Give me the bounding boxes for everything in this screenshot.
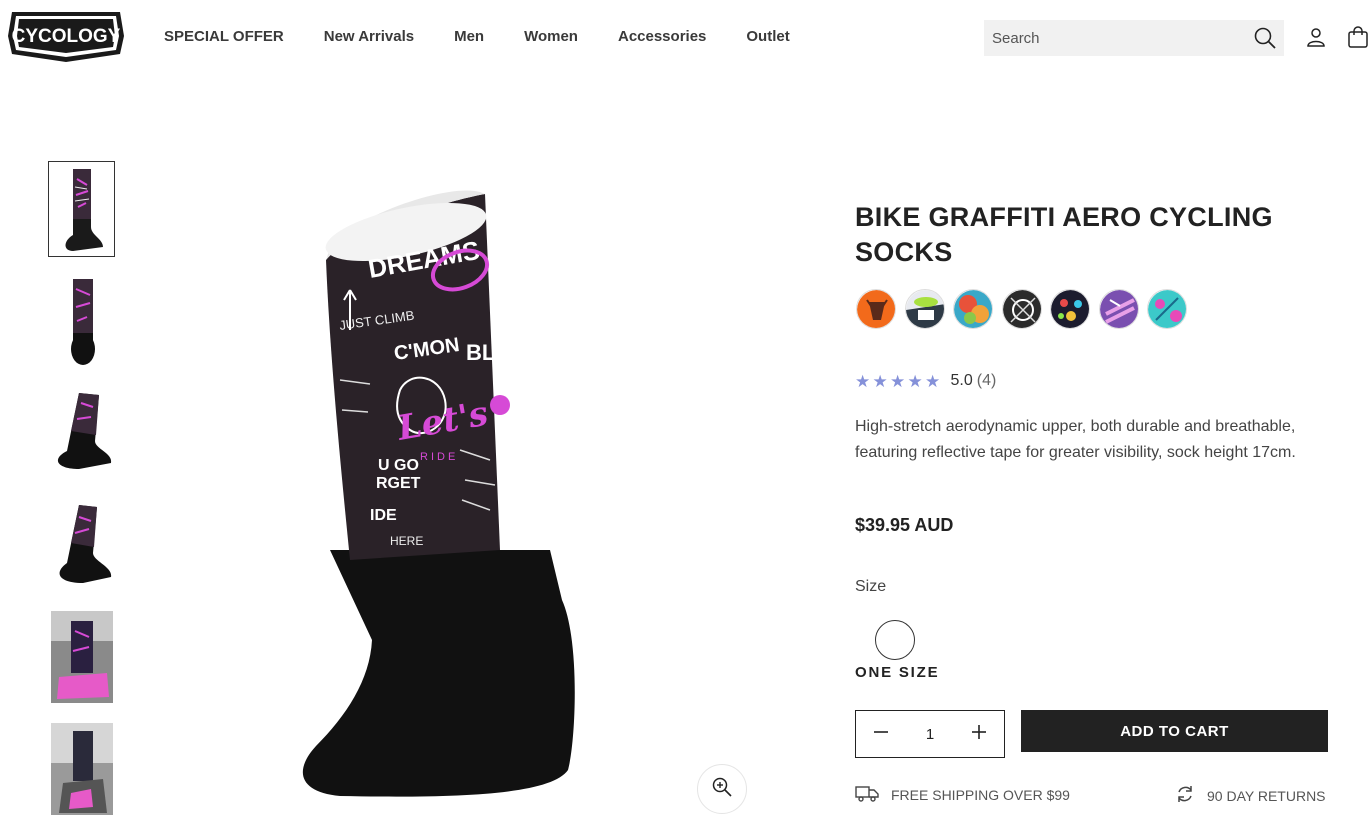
variant-swatch-red[interactable]	[953, 289, 993, 329]
variant-swatch-navy[interactable]	[904, 289, 945, 329]
returns-icon	[1175, 784, 1207, 807]
zoom-button[interactable]	[697, 764, 747, 814]
variant-swatch-black-white[interactable]	[1001, 289, 1042, 329]
account-icon[interactable]	[1305, 26, 1327, 48]
search-input[interactable]	[992, 29, 1242, 47]
product-title: BIKE GRAFFITI AERO CYCLING SOCKS	[855, 202, 1273, 267]
star-icon: ★	[890, 371, 906, 391]
size-label: Size	[855, 578, 887, 595]
rating-score: 5.0	[950, 372, 973, 389]
nav-outlet[interactable]: Outlet	[746, 28, 789, 45]
brand-logo[interactable]: CYCOLOGY	[8, 10, 124, 62]
variant-swatch-teal[interactable]	[1147, 289, 1187, 329]
nav-men[interactable]: Men	[454, 28, 484, 45]
svg-text:U GO: U GO	[378, 457, 419, 474]
star-icon: ★	[907, 371, 923, 391]
minus-icon	[873, 724, 889, 745]
truck-icon	[855, 784, 891, 805]
thumbnail-4[interactable]	[48, 497, 115, 593]
product-price: $39.95 AUD	[855, 515, 954, 535]
quantity-input[interactable]	[906, 725, 954, 743]
rating-stars: ★ ★ ★ ★ ★	[855, 373, 943, 390]
star-icon: ★	[855, 371, 871, 391]
star-icon: ★	[925, 371, 941, 391]
returns-perk: 90 DAY RETURNS	[1175, 784, 1326, 807]
svg-text:RGET: RGET	[376, 475, 421, 492]
decrease-quantity-button[interactable]	[856, 711, 906, 757]
selected-size: ONE SIZE	[855, 664, 940, 681]
search-icon[interactable]	[1254, 27, 1276, 49]
thumbnail-1[interactable]	[48, 161, 115, 257]
variant-swatch-purple[interactable]	[1098, 289, 1139, 329]
svg-text:HERE: HERE	[390, 534, 423, 548]
search-box	[984, 20, 1284, 56]
site-header: CYCOLOGY SPECIAL OFFER New Arrivals Men …	[0, 0, 1371, 75]
variant-swatch-orange[interactable]	[856, 289, 896, 329]
logo-text: CYCOLOGY	[12, 26, 121, 47]
free-shipping-label: FREE SHIPPING OVER $99	[891, 786, 1070, 803]
cart-icon[interactable]	[1346, 25, 1370, 49]
add-to-cart-button[interactable]: ADD TO CART	[1021, 710, 1328, 752]
svg-text:BL: BL	[466, 340, 495, 365]
nav-new-arrivals[interactable]: New Arrivals	[324, 28, 414, 45]
star-icon: ★	[872, 371, 888, 391]
nav-special-offer[interactable]: SPECIAL OFFER	[164, 28, 284, 45]
free-shipping-perk: FREE SHIPPING OVER $99	[855, 784, 1070, 805]
rating-count: (4)	[976, 372, 997, 389]
svg-text:RIDE: RIDE	[420, 451, 458, 463]
returns-label: 90 DAY RETURNS	[1207, 787, 1326, 804]
product-rating[interactable]: ★ ★ ★ ★ ★ 5.0 (4)	[855, 372, 996, 390]
variant-swatches	[856, 289, 1196, 329]
size-option-one-size[interactable]	[875, 620, 915, 660]
svg-text:IDE: IDE	[370, 507, 397, 524]
increase-quantity-button[interactable]	[954, 711, 1004, 757]
thumbnail-2[interactable]	[48, 273, 115, 369]
quantity-stepper	[855, 710, 1005, 758]
thumbnail-6[interactable]	[48, 721, 115, 817]
thumbnail-5[interactable]	[48, 609, 115, 705]
thumbnail-3[interactable]	[48, 385, 115, 481]
product-main-image[interactable]: DREAMS JUST CLIMB C'MON BL Let's RIDE U …	[250, 180, 650, 810]
main-nav: SPECIAL OFFER New Arrivals Men Women Acc…	[164, 28, 830, 45]
nav-accessories[interactable]: Accessories	[618, 28, 706, 45]
plus-icon	[971, 724, 987, 745]
zoom-in-icon	[712, 777, 732, 802]
product-description: High-stretch aerodynamic upper, both dur…	[855, 418, 1296, 461]
nav-women[interactable]: Women	[524, 28, 578, 45]
variant-swatch-dark-floral[interactable]	[1050, 289, 1090, 329]
